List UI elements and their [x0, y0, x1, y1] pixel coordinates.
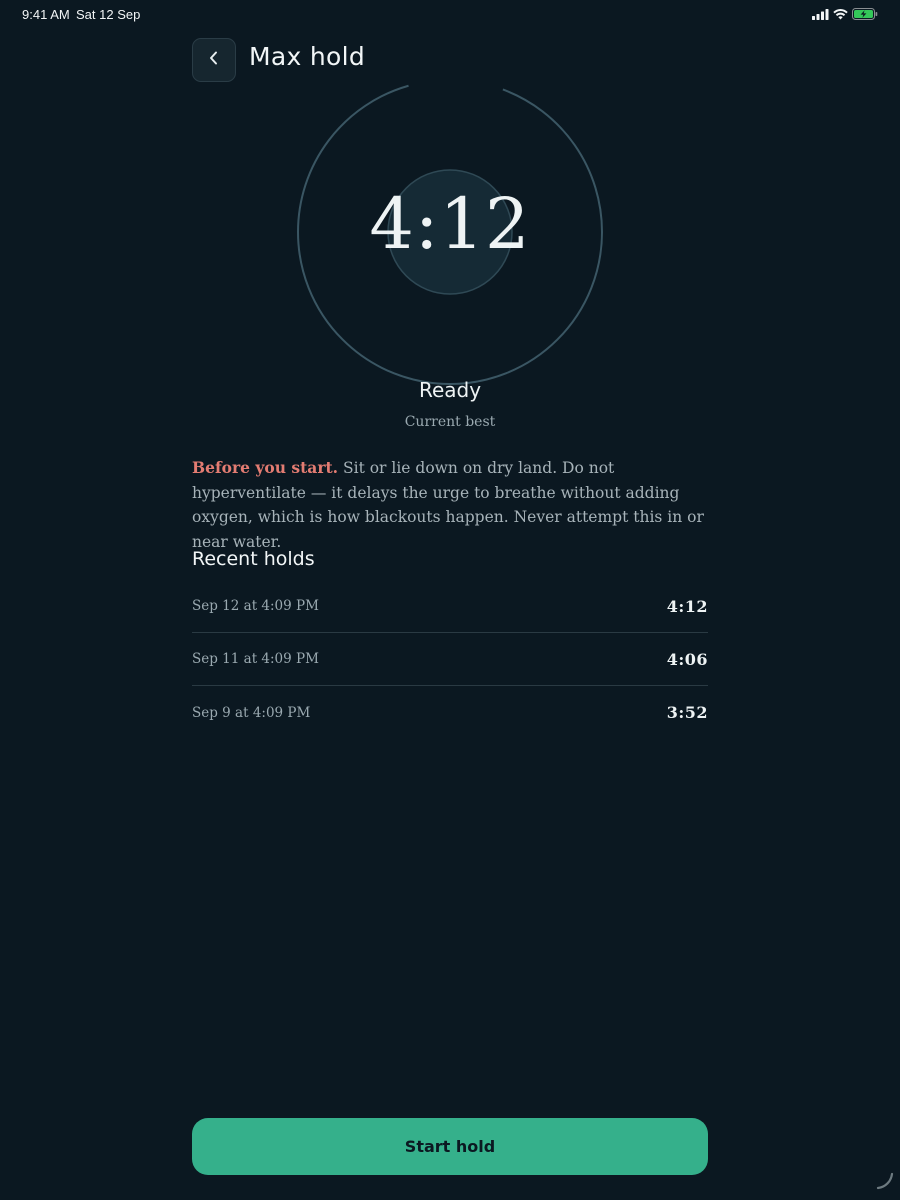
signal-icon [812, 8, 829, 20]
timer-value: 4:12 [369, 183, 531, 265]
status-bar: 9:41 AM Sat 12 Sep [0, 0, 900, 28]
warning-lead: Before you start. [192, 458, 339, 477]
page-title: Max hold [249, 42, 365, 71]
current-best-caption: Current best [404, 414, 496, 430]
list-item: Sep 11 at 4:09 PM 4:06 [192, 633, 708, 686]
hold-date: Sep 11 at 4:09 PM [192, 651, 319, 667]
wifi-icon [833, 8, 848, 20]
status-date: Sat 12 Sep [76, 7, 141, 22]
status-time: 9:41 AM [22, 7, 70, 22]
back-button[interactable] [192, 38, 236, 82]
hold-time: 4:12 [666, 596, 708, 616]
hold-date: Sep 9 at 4:09 PM [192, 704, 311, 721]
list-item: Sep 9 at 4:09 PM 3:52 [192, 686, 708, 739]
battery-charging-icon [852, 8, 878, 20]
safety-warning: Before you start. Sit or lie down on dry… [192, 456, 712, 554]
list-item: Sep 12 at 4:09 PM 4:12 [192, 580, 708, 633]
hold-time: 4:06 [666, 649, 708, 669]
resize-corner-icon [872, 1168, 896, 1196]
recent-holds-list: Sep 12 at 4:09 PM 4:12 Sep 11 at 4:09 PM… [192, 580, 708, 739]
status-label: Ready [418, 378, 482, 402]
hold-date: Sep 12 at 4:09 PM [192, 598, 319, 614]
recent-holds-title: Recent holds [192, 548, 315, 570]
hold-time: 3:52 [666, 703, 708, 722]
status-icons [812, 8, 878, 20]
start-hold-button[interactable]: Start hold [192, 1118, 708, 1175]
chevron-left-icon [207, 50, 221, 70]
